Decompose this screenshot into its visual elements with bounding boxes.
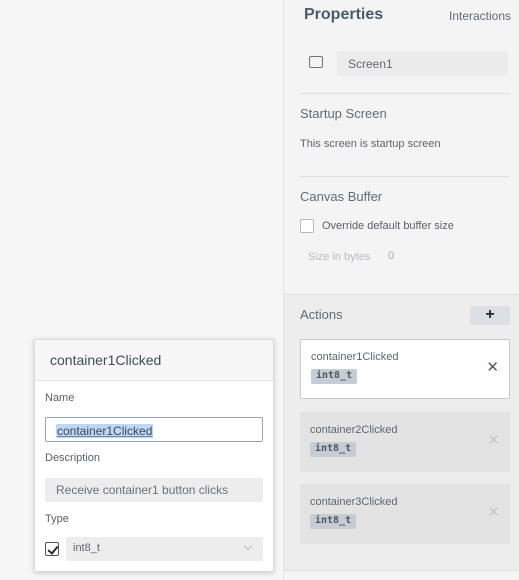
tab-properties[interactable]: Properties	[304, 6, 383, 24]
action-card[interactable]: container1Clicked int8_t ✕	[300, 339, 510, 399]
close-icon[interactable]: ✕	[487, 433, 500, 448]
add-action-button[interactable]: +	[470, 306, 510, 325]
chevron-down-icon	[243, 541, 253, 551]
size-in-bytes-label: Size in bytes	[308, 251, 371, 263]
close-icon[interactable]: ✕	[486, 360, 499, 375]
type-select-value: int8_t	[73, 542, 100, 554]
close-icon[interactable]: ✕	[487, 505, 500, 520]
screen-row: Screen1	[300, 51, 508, 76]
startup-screen-text: This screen is startup screen	[300, 138, 441, 150]
startup-screen-title: Startup Screen	[300, 106, 387, 121]
type-checkbox[interactable]	[45, 542, 59, 556]
type-label: Type	[45, 513, 69, 525]
tab-interactions[interactable]: Interactions	[449, 9, 511, 23]
action-card[interactable]: container2Clicked int8_t ✕	[300, 412, 510, 472]
screen-name-field[interactable]: Screen1	[337, 51, 508, 76]
canvas-buffer-title: Canvas Buffer	[300, 189, 383, 204]
description-input[interactable]: Receive container1 button clicks	[45, 478, 263, 502]
name-input[interactable]: container1Clicked	[45, 417, 263, 442]
screen-icon	[309, 56, 323, 68]
action-type-badge: int8_t	[310, 514, 357, 529]
action-name: container3Clicked	[310, 496, 398, 508]
action-name: container1Clicked	[311, 351, 399, 363]
type-select[interactable]: int8_t	[66, 537, 263, 561]
action-name: container2Clicked	[310, 424, 398, 436]
description-label: Description	[45, 452, 101, 464]
override-buffer-checkbox[interactable]	[300, 219, 314, 233]
popup-header: container1Clicked	[35, 340, 273, 381]
name-input-value: container1Clicked	[56, 424, 154, 438]
name-label: Name	[45, 392, 75, 404]
size-in-bytes-value: 0	[388, 250, 395, 262]
divider	[300, 93, 509, 94]
properties-panel: Properties Interactions Screen1 Startup …	[283, 0, 519, 580]
popup-title: container1Clicked	[50, 352, 162, 368]
divider	[300, 176, 509, 177]
actions-title: Actions	[300, 307, 343, 322]
action-type-badge: int8_t	[310, 442, 357, 457]
action-editor-popup: container1Clicked Name container1Clicked…	[34, 339, 274, 572]
action-type-badge: int8_t	[311, 369, 358, 384]
panel-tabs: Properties Interactions	[304, 6, 519, 26]
override-buffer-label: Override default buffer size	[322, 220, 454, 232]
action-card[interactable]: container3Clicked int8_t ✕	[300, 484, 510, 544]
